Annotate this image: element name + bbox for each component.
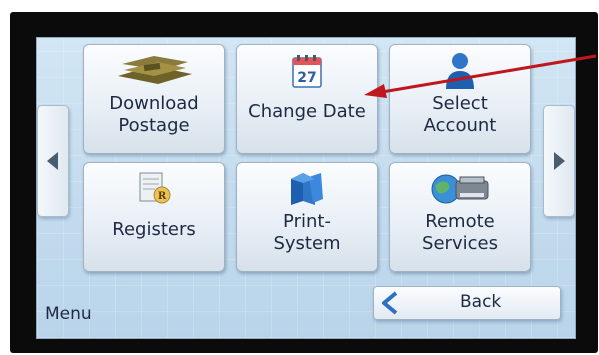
tile-label: Registers [112, 219, 196, 240]
postage-money-icon [114, 49, 194, 93]
calendar-day: 27 [297, 70, 316, 86]
print-system-icon [287, 167, 327, 211]
change-date-tile[interactable]: 27 Change Date [236, 44, 378, 154]
scroll-left-button[interactable] [37, 105, 69, 217]
register-document-icon: R [134, 167, 174, 211]
triangle-left-icon [47, 152, 58, 170]
menu-label[interactable]: Menu [45, 304, 92, 324]
back-label: Back [460, 292, 502, 312]
remote-services-tile[interactable]: Remote Services [389, 162, 531, 272]
tile-label: Download Postage [109, 93, 199, 136]
remote-services-icon [428, 167, 492, 211]
triangle-right-icon [554, 152, 565, 170]
back-arrow-icon [382, 291, 398, 315]
print-system-tile[interactable]: Print- System [236, 162, 378, 272]
scroll-right-button[interactable] [543, 105, 575, 217]
calendar-icon: 27 [292, 49, 322, 93]
registers-tile[interactable]: R Registers [83, 162, 225, 272]
annotation-arrow [364, 54, 597, 98]
download-postage-tile[interactable]: Download Postage [83, 44, 225, 154]
tile-label: Remote Services [422, 211, 498, 254]
tile-label: Print- System [273, 211, 341, 254]
tile-label: Change Date [248, 101, 366, 122]
register-mark: R [158, 191, 167, 202]
back-button[interactable]: Back [373, 286, 561, 320]
